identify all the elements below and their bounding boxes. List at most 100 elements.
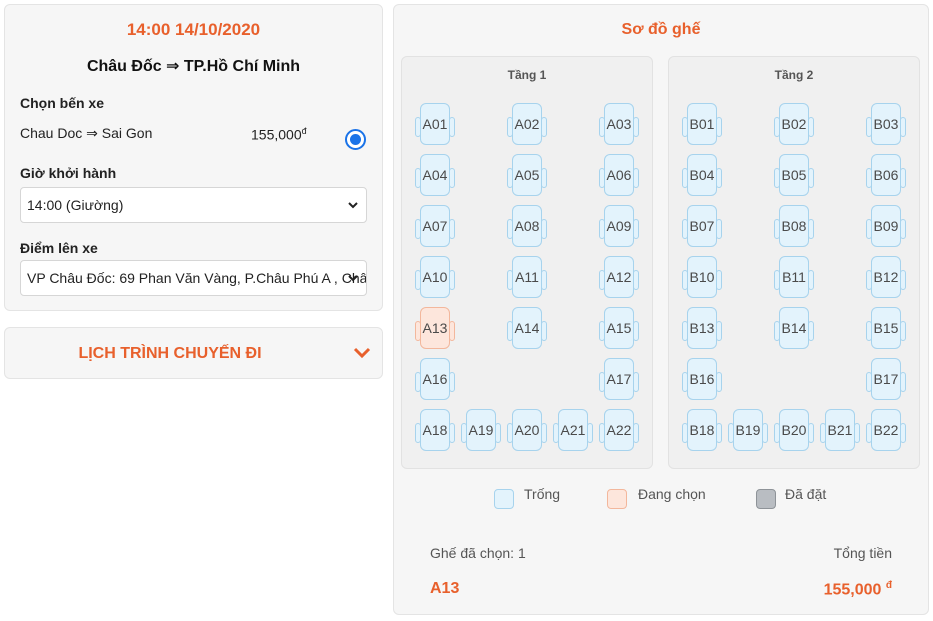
seat-a19[interactable]: A19 <box>461 409 501 453</box>
seat-a13[interactable]: A13 <box>415 307 455 351</box>
seat-label: A22 <box>606 422 632 438</box>
seat-b21[interactable]: B21 <box>820 409 860 453</box>
seat-map-title: Sơ đồ ghế <box>621 21 701 38</box>
selected-seats-value: A13 <box>430 580 460 597</box>
seat-a08[interactable]: A08 <box>507 205 547 249</box>
seat-label: A05 <box>514 167 540 183</box>
seat-a22[interactable]: A22 <box>599 409 639 453</box>
floor-1-title: Tầng 1 <box>507 68 547 82</box>
seat-label: B18 <box>689 422 715 438</box>
seat-a02[interactable]: A02 <box>507 103 547 147</box>
chevron-down-icon <box>348 202 358 209</box>
seat-label: B15 <box>873 320 899 336</box>
seat-label: B19 <box>735 422 761 438</box>
seat-map-panel: Sơ đồ ghế Tầng 1 A01 A02 A03 A04 A05 A06 A07 A0… <box>393 4 929 615</box>
station-option-label: Chau Doc ⇒ Sai Gon <box>20 125 153 141</box>
seat-b05[interactable]: B05 <box>774 154 814 198</box>
seat-b04[interactable]: B04 <box>682 154 722 198</box>
seat-label: B22 <box>873 422 899 438</box>
legend-selecting-swatch <box>607 489 627 509</box>
seat-label: A02 <box>514 116 540 132</box>
seat-label: B20 <box>781 422 807 438</box>
seat-b06[interactable]: B06 <box>866 154 906 198</box>
seat-b11[interactable]: B11 <box>774 256 814 300</box>
seat-a15[interactable]: A15 <box>599 307 639 351</box>
seat-a18[interactable]: A18 <box>415 409 455 453</box>
station-radio[interactable] <box>345 129 366 150</box>
seat-a16[interactable]: A16 <box>415 358 455 402</box>
seat-a17[interactable]: A17 <box>599 358 639 402</box>
seat-label: A03 <box>606 116 632 132</box>
seat-label: B10 <box>689 269 715 285</box>
seat-a04[interactable]: A04 <box>415 154 455 198</box>
trip-info-panel: 14:00 14/10/2020 Châu Đốc ⇒ TP.Hồ Chí Mi… <box>4 4 383 311</box>
seat-label: A19 <box>468 422 494 438</box>
seat-b09[interactable]: B09 <box>866 205 906 249</box>
seat-label: A07 <box>422 218 448 234</box>
seat-label: B06 <box>873 167 899 183</box>
seat-b15[interactable]: B15 <box>866 307 906 351</box>
seat-label: A15 <box>606 320 632 336</box>
schedule-toggle[interactable]: LỊCH TRÌNH CHUYẾN ĐI <box>4 327 383 379</box>
seat-a21[interactable]: A21 <box>553 409 593 453</box>
seat-b01[interactable]: B01 <box>682 103 722 147</box>
seat-label: A11 <box>515 269 539 285</box>
seat-label: A16 <box>422 371 448 387</box>
seat-b13[interactable]: B13 <box>682 307 722 351</box>
total-label: Tổng tiền <box>833 545 892 561</box>
seat-b19[interactable]: B19 <box>728 409 768 453</box>
seat-b20[interactable]: B20 <box>774 409 814 453</box>
seat-a12[interactable]: A12 <box>599 256 639 300</box>
seat-label: A09 <box>606 218 632 234</box>
seat-a10[interactable]: A10 <box>415 256 455 300</box>
pickup-label: Điểm lên xe <box>20 240 98 256</box>
floor-1: Tầng 1 A01 A02 A03 A04 A05 A06 A07 A08 A09 A10 A11… <box>401 56 653 469</box>
seat-b08[interactable]: B08 <box>774 205 814 249</box>
seat-label: B13 <box>689 320 715 336</box>
departure-select[interactable]: 14:00 (Giường) <box>20 187 367 223</box>
station-label: Chọn bến xe <box>20 95 105 111</box>
seat-label: A12 <box>606 269 632 285</box>
legend-selecting-label: Đang chọn <box>638 486 706 502</box>
seat-b07[interactable]: B07 <box>682 205 722 249</box>
seat-a14[interactable]: A14 <box>507 307 547 351</box>
seat-a07[interactable]: A07 <box>415 205 455 249</box>
seat-b02[interactable]: B02 <box>774 103 814 147</box>
trip-datetime: 14:00 14/10/2020 <box>126 20 261 39</box>
seat-label: A06 <box>606 167 632 183</box>
seat-a05[interactable]: A05 <box>507 154 547 198</box>
seat-label: B16 <box>689 371 715 387</box>
seat-label: B04 <box>689 167 715 183</box>
chevron-down-icon <box>348 275 358 282</box>
seat-label: B11 <box>782 269 806 285</box>
seat-b16[interactable]: B16 <box>682 358 722 402</box>
chevron-down-icon <box>353 347 371 359</box>
legend-booked-swatch <box>756 489 776 509</box>
seat-a03[interactable]: A03 <box>599 103 639 147</box>
seat-a09[interactable]: A09 <box>599 205 639 249</box>
seat-b18[interactable]: B18 <box>682 409 722 453</box>
seat-label: B05 <box>781 167 807 183</box>
seat-b22[interactable]: B22 <box>866 409 906 453</box>
seat-b03[interactable]: B03 <box>866 103 906 147</box>
seat-label: A13 <box>422 320 448 336</box>
seat-a11[interactable]: A11 <box>507 256 547 300</box>
seat-label: B17 <box>873 371 899 387</box>
pickup-select[interactable]: VP Châu Đốc: 69 Phan Văn Vàng, P.Châu Ph… <box>20 260 367 296</box>
seat-label: A17 <box>606 371 632 387</box>
seat-label: B21 <box>827 422 853 438</box>
seat-a01[interactable]: A01 <box>415 103 455 147</box>
seat-b14[interactable]: B14 <box>774 307 814 351</box>
seat-a06[interactable]: A06 <box>599 154 639 198</box>
seat-label: B03 <box>873 116 899 132</box>
seat-b12[interactable]: B12 <box>866 256 906 300</box>
departure-label: Giờ khởi hành <box>20 165 117 181</box>
seat-b10[interactable]: B10 <box>682 256 722 300</box>
seat-label: A01 <box>422 116 448 132</box>
seat-b17[interactable]: B17 <box>866 358 906 402</box>
seat-label: A20 <box>514 422 540 438</box>
seat-label: A08 <box>514 218 540 234</box>
seat-label: B01 <box>689 116 715 132</box>
seat-a20[interactable]: A20 <box>507 409 547 453</box>
seat-label: A04 <box>422 167 448 183</box>
